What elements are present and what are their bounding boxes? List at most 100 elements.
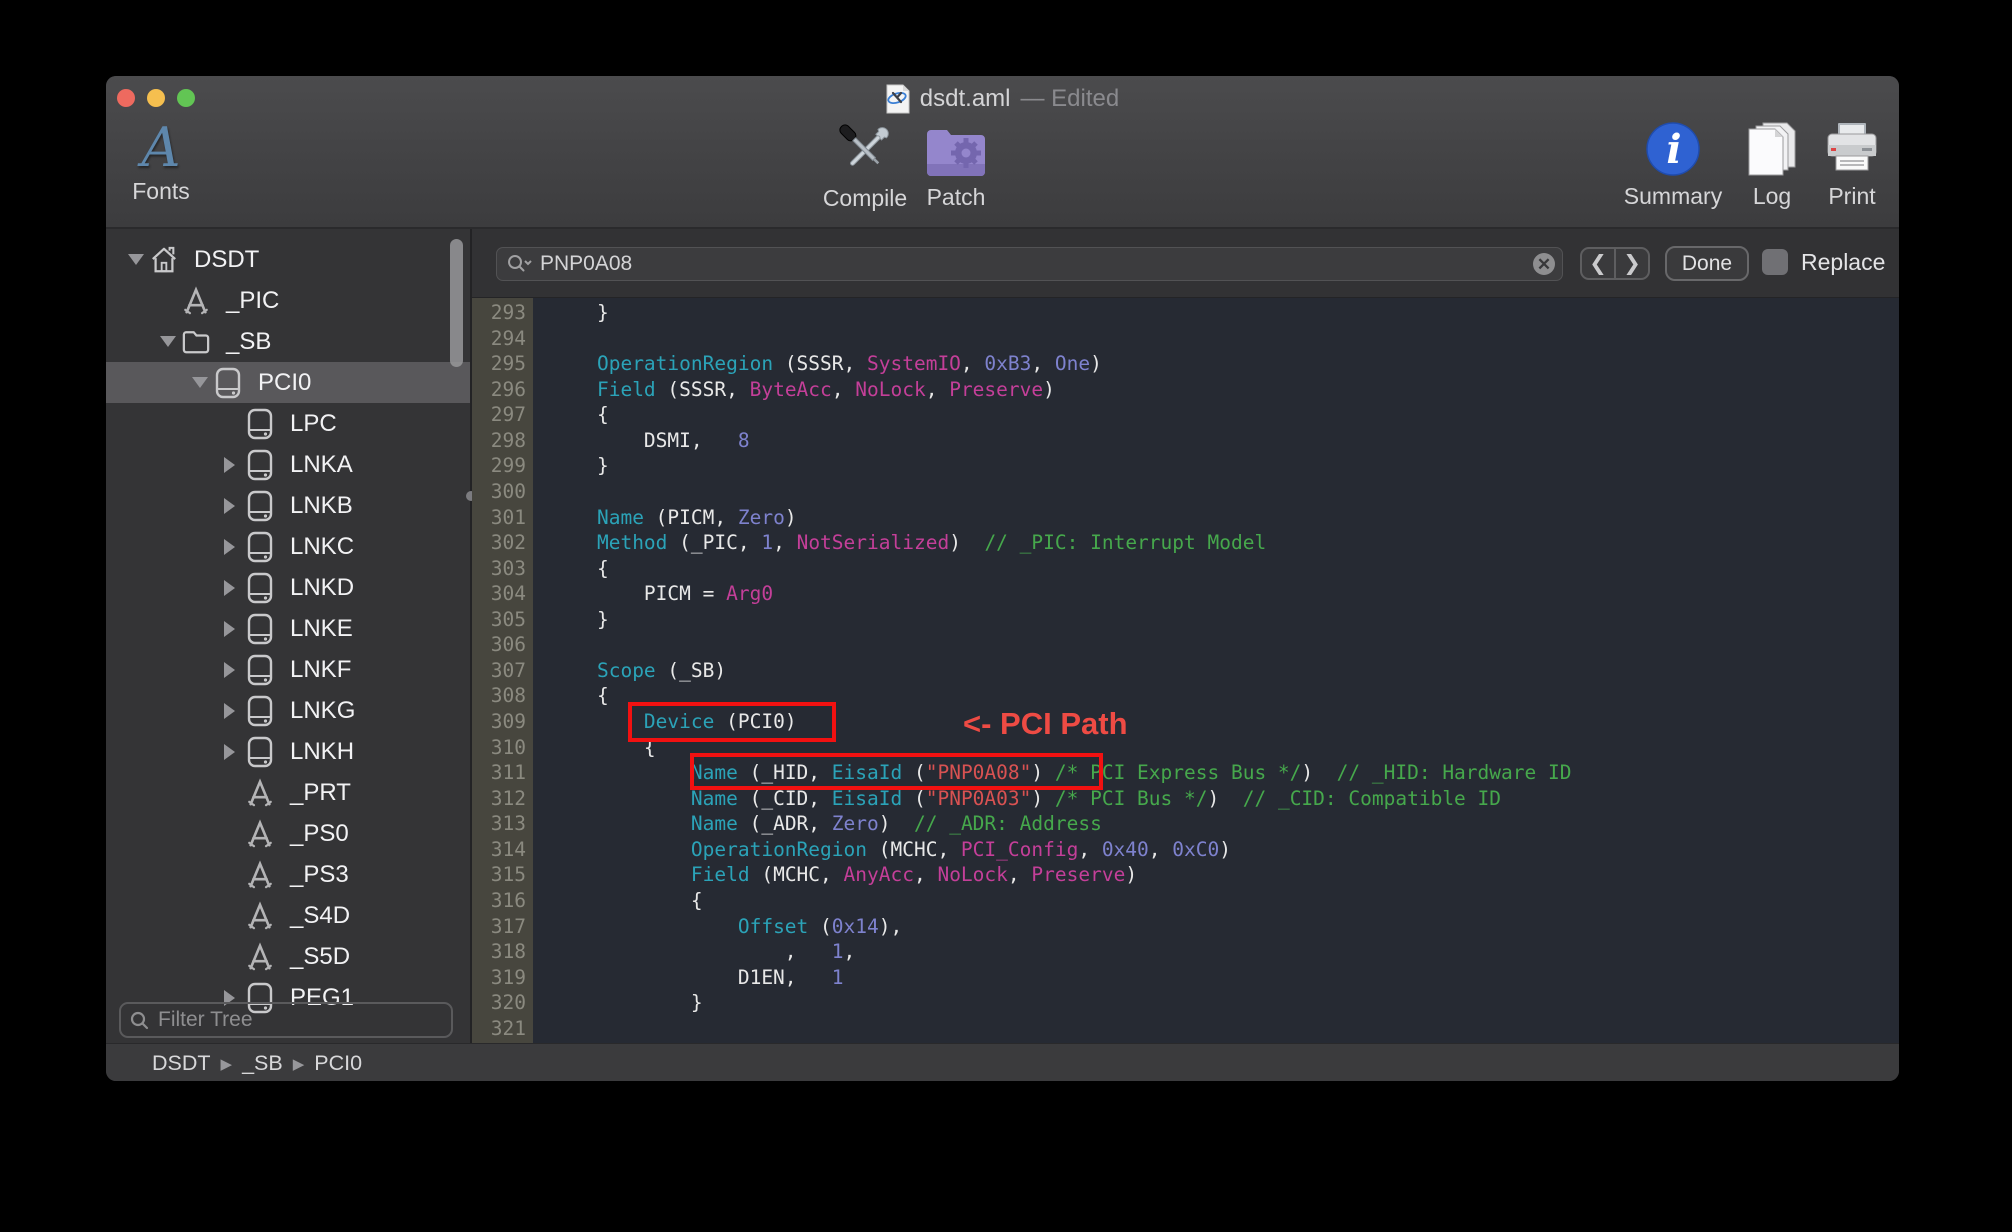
device-icon xyxy=(246,695,274,727)
device-icon xyxy=(246,736,274,768)
tree-row-_s4d[interactable]: _S4D xyxy=(106,895,470,936)
disclosure-closed-icon[interactable] xyxy=(224,621,246,637)
device-icon xyxy=(246,490,274,522)
device-icon xyxy=(246,613,274,645)
tree-row-lnka[interactable]: LNKA xyxy=(106,444,470,485)
window-title-group: dsdt.aml — Edited xyxy=(106,84,1899,114)
tree-row-pci0[interactable]: PCI0 xyxy=(106,362,470,403)
tree-row-lnkb[interactable]: LNKB xyxy=(106,485,470,526)
filter-tree-placeholder: Filter Tree xyxy=(158,1008,253,1032)
tree-row-_pic[interactable]: _PIC xyxy=(106,280,470,321)
find-next-button[interactable]: ❯ xyxy=(1616,249,1648,278)
tree-row-_s5d[interactable]: _S5D xyxy=(106,936,470,977)
tree-row-lnke[interactable]: LNKE xyxy=(106,608,470,649)
disclosure-open-icon[interactable] xyxy=(128,254,150,265)
tree-row-_ps0[interactable]: _PS0 xyxy=(106,813,470,854)
device-icon xyxy=(246,408,274,440)
window-title: dsdt.aml xyxy=(920,85,1011,113)
tree-row-lnkd[interactable]: LNKD xyxy=(106,567,470,608)
tree-label: _PIC xyxy=(226,287,279,315)
find-input-value[interactable]: PNP0A08 xyxy=(540,252,1525,276)
find-input[interactable]: PNP0A08 ✕ xyxy=(496,247,1563,281)
disclosure-closed-icon[interactable] xyxy=(224,662,246,678)
replace-label: Replace xyxy=(1801,249,1885,276)
folder-icon xyxy=(182,326,210,358)
method-icon xyxy=(246,818,274,850)
patch-folder-icon xyxy=(925,126,987,178)
method-icon xyxy=(246,941,274,973)
print-label: Print xyxy=(1828,183,1875,210)
device-icon xyxy=(214,367,242,399)
editor-column: PNP0A08 ✕ ❮ ❯ Done Replace 293 294 295 2… xyxy=(472,229,1899,1043)
summary-info-icon: i xyxy=(1645,121,1701,177)
desktop: { "window": { "title": "dsdt.aml", "edit… xyxy=(0,0,2012,1232)
annotation-pci-path: <- PCI Path xyxy=(963,706,1128,742)
breadcrumb-separator-icon: ▶ xyxy=(221,1055,233,1073)
disclosure-closed-icon[interactable] xyxy=(224,498,246,514)
tree-row-lpc[interactable]: LPC xyxy=(106,403,470,444)
method-icon xyxy=(246,900,274,932)
disclosure-open-icon[interactable] xyxy=(160,336,182,347)
line-number-gutter: 293 294 295 296 297 298 299 300 301 302 … xyxy=(472,298,533,1043)
breadcrumb-item-dsdt[interactable]: DSDT xyxy=(152,1051,211,1076)
breadcrumb-separator-icon: ▶ xyxy=(293,1055,305,1073)
svg-text:i: i xyxy=(1666,126,1681,173)
print-icon xyxy=(1824,121,1880,177)
tree-label: LNKE xyxy=(290,615,353,643)
app-window: dsdt.aml — Edited A Fonts xyxy=(106,76,1899,1081)
toolbar-log-button[interactable]: Log xyxy=(1736,121,1808,210)
filter-tree-input[interactable]: Filter Tree xyxy=(119,1002,453,1038)
tree-label: LNKD xyxy=(290,574,354,602)
code-view[interactable]: } OperationRegion (SSSR, SystemIO, 0xB3,… xyxy=(533,298,1899,1043)
search-menu-icon[interactable] xyxy=(506,254,532,274)
compile-label: Compile xyxy=(823,185,907,212)
tree-row-dsdt[interactable]: DSDT xyxy=(106,239,470,280)
tree: DSDT _PIC _SB PCI0 LPC LNKA LNKB LNKC LNKD LNKE LN… xyxy=(106,239,470,1018)
tree-row-lnkf[interactable]: LNKF xyxy=(106,649,470,690)
tree-label: _PS0 xyxy=(290,820,349,848)
tree-row-_sb[interactable]: _SB xyxy=(106,321,470,362)
tree-label: LNKB xyxy=(290,492,353,520)
toolbar-fonts-button[interactable]: A Fonts xyxy=(126,124,196,205)
method-icon xyxy=(246,859,274,891)
find-bar: PNP0A08 ✕ ❮ ❯ Done Replace xyxy=(472,229,1899,298)
patch-label: Patch xyxy=(927,184,986,211)
disclosure-closed-icon[interactable] xyxy=(224,703,246,719)
tree-row-lnkc[interactable]: LNKC xyxy=(106,526,470,567)
device-icon xyxy=(246,449,274,481)
breadcrumb-item-_sb[interactable]: _SB xyxy=(242,1051,283,1076)
disclosure-closed-icon[interactable] xyxy=(224,744,246,760)
tree-row-_ps3[interactable]: _PS3 xyxy=(106,854,470,895)
code-editor[interactable]: 293 294 295 296 297 298 299 300 301 302 … xyxy=(472,298,1899,1043)
toolbar-print-button[interactable]: Print xyxy=(1812,121,1892,210)
disclosure-closed-icon[interactable] xyxy=(224,457,246,473)
disclosure-open-icon[interactable] xyxy=(192,377,214,388)
tree-label: PCI0 xyxy=(258,369,311,397)
breadcrumb-item-pci0[interactable]: PCI0 xyxy=(314,1051,362,1076)
tree-row-lnkg[interactable]: LNKG xyxy=(106,690,470,731)
sidebar-scrollbar[interactable] xyxy=(450,239,463,367)
annotation-box-hid xyxy=(690,753,1103,790)
titlebar: dsdt.aml — Edited A Fonts xyxy=(106,76,1899,227)
summary-label: Summary xyxy=(1624,183,1722,210)
device-icon xyxy=(246,531,274,563)
tree-row-_prt[interactable]: _PRT xyxy=(106,772,470,813)
disclosure-closed-icon[interactable] xyxy=(224,580,246,596)
main-area: DSDT _PIC _SB PCI0 LPC LNKA LNKB LNKC LNKD LNKE LN… xyxy=(106,229,1899,1043)
tree-row-lnkh[interactable]: LNKH xyxy=(106,731,470,772)
sidebar: DSDT _PIC _SB PCI0 LPC LNKA LNKB LNKC LNKD LNKE LN… xyxy=(106,229,470,1043)
house-icon xyxy=(150,244,178,276)
tree-label: LNKH xyxy=(290,738,354,766)
clear-search-icon[interactable]: ✕ xyxy=(1533,253,1555,275)
log-label: Log xyxy=(1753,183,1791,210)
done-button[interactable]: Done xyxy=(1665,246,1749,281)
toolbar-summary-button[interactable]: i Summary xyxy=(1618,121,1728,210)
replace-checkbox[interactable] xyxy=(1762,249,1788,275)
compile-tools-icon xyxy=(834,121,896,179)
method-icon xyxy=(182,285,210,317)
device-icon xyxy=(246,654,274,686)
tree-label: LPC xyxy=(290,410,337,438)
toolbar-patch-button[interactable]: Patch xyxy=(906,126,1006,211)
disclosure-closed-icon[interactable] xyxy=(224,539,246,555)
find-previous-button[interactable]: ❮ xyxy=(1582,249,1616,278)
